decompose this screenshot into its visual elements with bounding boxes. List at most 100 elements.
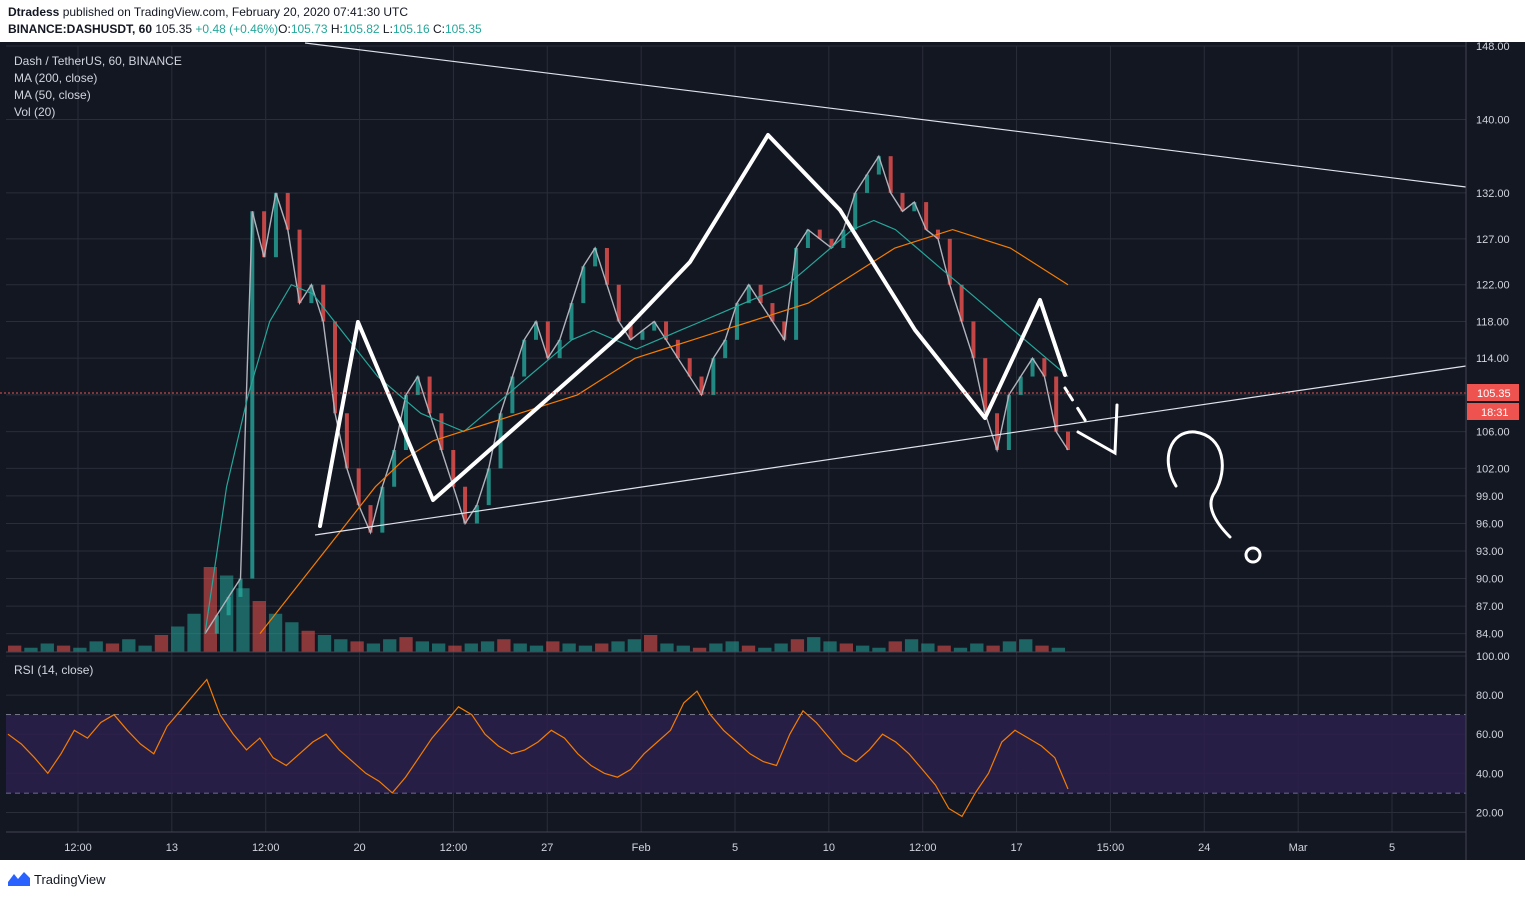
volume-bar [823,641,837,652]
volume-bar [953,647,968,652]
upper-trendline [304,42,1467,188]
volume-bar [937,645,951,652]
volume-bar [24,647,38,652]
volume-bar [8,645,22,652]
volume-bar [1051,647,1065,652]
volume-bar [203,567,217,652]
volume-bar [709,643,723,652]
volume-bar [676,645,690,652]
volume-bar [725,641,739,652]
time-tick-label: 12:00 [440,842,468,854]
volume-bar [105,643,120,652]
price-tick-label: 106.00 [1476,427,1510,439]
volume-bar [415,641,429,652]
price-tick-label: 90.00 [1476,574,1504,586]
volume-bar [627,639,641,652]
grid-lines [6,45,1466,832]
price-tick-label: 84.00 [1476,629,1504,641]
volume-bars [8,567,1065,652]
price-tick-label: 140.00 [1476,114,1510,126]
time-tick-label: Mar [1289,842,1308,854]
volume-bar [807,637,821,652]
volume-bar [513,643,527,652]
volume-bar [497,639,511,652]
volume-bar [171,626,185,652]
volume-bar [399,637,413,652]
legend-ma50[interactable]: MA (50, close) [14,88,91,102]
volume-bar [350,641,364,652]
volume-bar [366,643,381,652]
volume-bar [285,622,299,652]
time-tick-label: 13 [166,842,178,854]
volume-bar [56,645,71,652]
price-tick-label: 102.00 [1476,463,1510,475]
price-badge-text: 105.35 [1477,388,1511,400]
volume-bar [383,639,397,652]
time-tick-label: 12:00 [64,842,92,854]
price-tick-label: 118.00 [1476,316,1509,328]
volume-bar [1035,645,1049,652]
volume-bar [774,643,788,652]
time-tick-label: 12:00 [252,842,280,854]
volume-bar [480,641,495,652]
time-tick-label: 15:00 [1097,842,1125,854]
legend: Dash / TetherUS, 60, BINANCE MA (200, cl… [14,54,182,677]
volume-bar [562,643,576,652]
time-tick-label: 20 [353,842,365,854]
volume-bar [236,588,250,652]
price-badge: 105.35 18:31 [1467,384,1519,420]
time-tick-label: 27 [541,842,553,854]
price-tick-label: 122.00 [1476,280,1510,292]
price-tick-label: 114.00 [1476,353,1509,365]
volume-bar [904,639,919,652]
rsi-tick-label: 40.00 [1476,768,1504,780]
volume-bar [790,639,805,652]
rsi-tick-label: 80.00 [1476,690,1504,702]
volume-bar [334,639,348,652]
footer: TradingView [0,860,1525,897]
legend-vol[interactable]: Vol (20) [14,105,55,119]
time-badge-text: 18:31 [1481,407,1509,419]
ma50-line [204,219,1069,634]
volume-bar [448,645,462,652]
legend-title: Dash / TetherUS, 60, BINANCE [14,54,182,68]
volume-bar [692,647,707,652]
volume-bar [578,645,593,652]
footer-brand[interactable]: TradingView [34,872,106,887]
price-tick-label: 148.00 [1476,41,1510,53]
volume-bar [921,643,935,652]
time-tick-label: 17 [1010,842,1022,854]
volume-bar [888,641,902,652]
volume-bar [872,647,886,652]
arrow-head [1076,403,1119,456]
volume-bar [89,641,103,652]
volume-bar [1002,641,1017,652]
volume-bar [529,645,544,652]
legend-rsi[interactable]: RSI (14, close) [14,663,93,677]
volume-bar [317,635,332,652]
price-tick-label: 96.00 [1476,518,1504,530]
volume-bar [464,643,478,652]
rsi-tick-label: 100.00 [1476,651,1510,663]
price-tick-label: 132.00 [1476,188,1510,200]
price-tick-label: 87.00 [1476,601,1504,613]
time-tick-label: 12:00 [909,842,937,854]
volume-bar [856,645,870,652]
volume-bar [122,639,136,652]
tradingview-logo-icon[interactable] [8,870,30,886]
volume-bar [741,645,756,652]
time-tick-label: 24 [1198,842,1210,854]
volume-bar [138,645,152,652]
volume-bar [301,630,315,652]
volume-bar [187,613,201,652]
volume-bar [595,643,609,652]
legend-ma200[interactable]: MA (200, close) [14,71,97,85]
volume-bar [1019,639,1033,652]
trading-chart[interactable]: 148.00 140.00 132.00 127.00 122.00 118.00 114.… [0,0,1525,860]
time-tick-label: 5 [732,842,738,854]
rsi-tick-label: 60.00 [1476,729,1504,741]
volume-bar [73,647,87,652]
volume-bar [986,645,1000,652]
volume-bar [252,601,266,652]
time-tick-label: Feb [632,842,651,854]
